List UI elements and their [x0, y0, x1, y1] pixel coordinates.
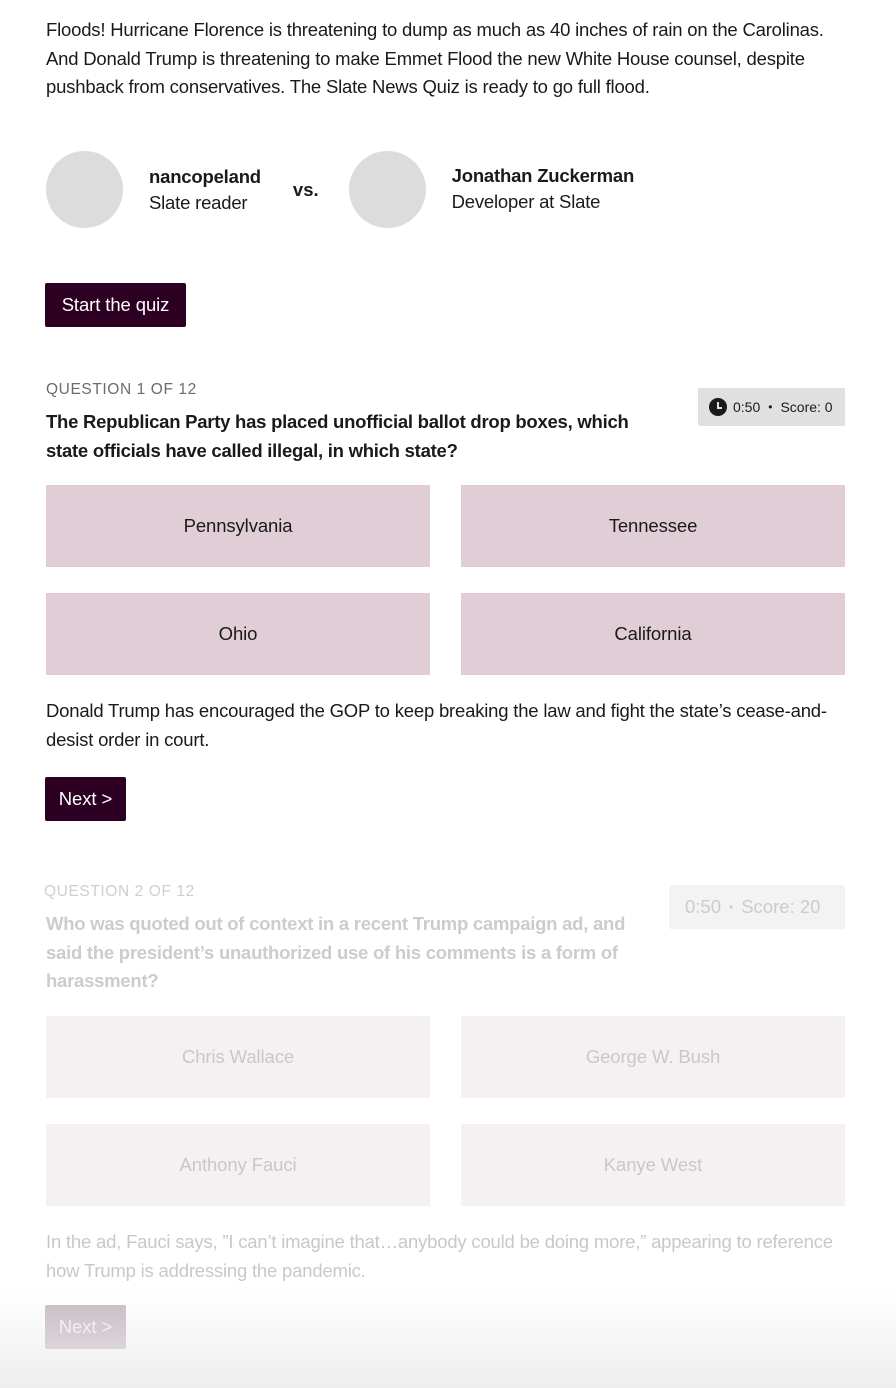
clock-icon: [709, 398, 727, 416]
answer-option[interactable]: George W. Bush: [461, 1016, 845, 1098]
question-number: QUESTION 1 OF 12: [46, 381, 197, 398]
player2-role: Developer at Slate: [451, 190, 601, 212]
separator-dot: •: [768, 400, 773, 414]
player1-info: nancopeland Slate reader: [149, 164, 261, 216]
versus-label: vs.: [292, 178, 319, 200]
answer-option[interactable]: Anthony Fauci: [46, 1124, 430, 1206]
answer-option[interactable]: Ohio: [46, 593, 430, 675]
answer-option[interactable]: Chris Wallace: [46, 1016, 430, 1098]
timer-value: 0:50: [733, 399, 761, 415]
question-number: QUESTION 2 OF 12: [44, 883, 195, 900]
player2-name: Jonathan Zuckerman: [451, 164, 635, 186]
next-button[interactable]: Next >: [45, 777, 126, 821]
question-text: Who was quoted out of context in a recen…: [46, 913, 626, 991]
quiz-page: Floods! Hurricane Florence is threatenin…: [0, 0, 896, 1388]
score-value: Score: 0: [780, 399, 833, 415]
player1-name: nancopeland: [149, 165, 261, 187]
bottom-fade-overlay: [0, 1290, 896, 1388]
next-button[interactable]: Next >: [45, 1305, 126, 1349]
players-matchup: nancopeland Slate reader vs. Jonathan Zu…: [46, 151, 634, 228]
start-quiz-button[interactable]: Start the quiz: [45, 283, 186, 327]
player1-role: Slate reader: [149, 191, 248, 213]
timer-value: 0:50: [685, 896, 722, 917]
question-text: The Republican Party has placed unoffici…: [46, 411, 629, 461]
separator-dot: •: [729, 900, 734, 914]
answer-option[interactable]: Tennessee: [461, 485, 845, 567]
intro-text: Floods! Hurricane Florence is threatenin…: [46, 19, 824, 98]
player2-avatar: [348, 151, 426, 228]
answer-explanation: Donald Trump has encouraged the GOP to k…: [46, 700, 827, 750]
answer-option[interactable]: California: [461, 593, 845, 675]
player2-info: Jonathan Zuckerman Developer at Slate: [451, 163, 635, 215]
timer-score-badge: 0:50 • Score: 0: [698, 388, 845, 426]
score-value: Score: 20: [741, 896, 821, 917]
timer-score-badge: 0:50 • Score: 20: [669, 885, 845, 929]
answer-option[interactable]: Kanye West: [461, 1124, 845, 1206]
answer-explanation: In the ad, Fauci says, ”I can’t imagine …: [46, 1231, 833, 1281]
answer-option[interactable]: Pennsylvania: [46, 485, 430, 567]
player1-avatar: [46, 151, 123, 228]
